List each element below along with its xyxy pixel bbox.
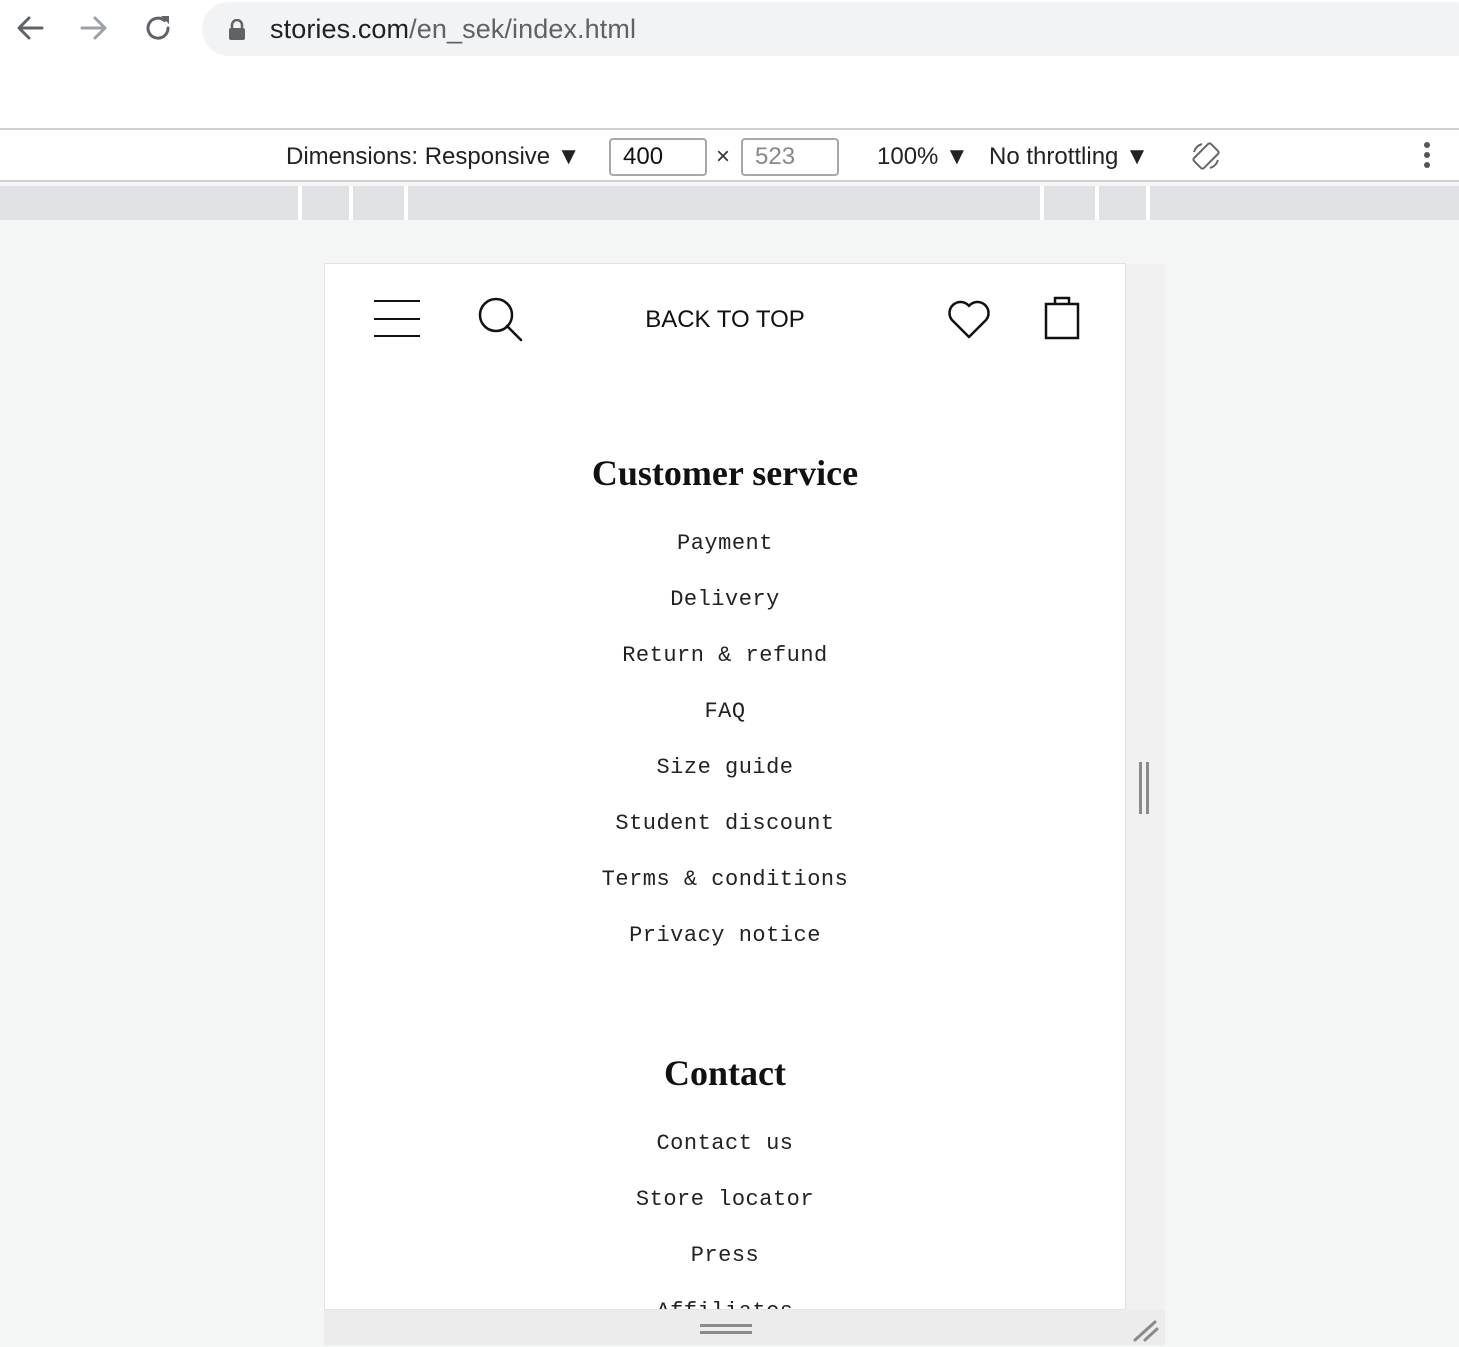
customer-service-heading: Customer service [591,453,859,493]
media-query-ruler[interactable] [0,186,1459,220]
address-bar[interactable]: stories.com/en_sek/index.html [202,2,1459,56]
footer-link-terms-conditions[interactable]: Terms & conditions [325,864,1125,920]
shopping-bag-icon[interactable] [1043,294,1081,345]
footer-link-contact-us[interactable]: Contact us [325,1128,1125,1184]
footer-link-return-refund[interactable]: Return & refund [325,640,1125,696]
footer-link-payment[interactable]: Payment [325,528,1125,584]
device-toolbar: Dimensions: Responsive ▼ 400 × 523 100% … [0,128,1459,182]
dimension-separator: × [716,143,731,170]
zoom-dropdown[interactable]: 100% ▼ [877,143,969,171]
width-input[interactable]: 400 [609,138,707,176]
lock-icon [228,18,246,46]
wishlist-heart-icon[interactable] [947,300,991,345]
forward-arrow-icon[interactable] [74,8,114,48]
resize-grip-horizontal[interactable] [700,1324,752,1336]
height-input[interactable]: 523 [741,138,839,176]
footer-link-size-guide[interactable]: Size guide [325,752,1125,808]
url-text[interactable]: stories.com/en_sek/index.html [270,14,636,45]
footer-link-affiliates[interactable]: Affiliates [325,1296,1125,1309]
reload-icon[interactable] [138,8,178,48]
footer-link-privacy-notice[interactable]: Privacy notice [325,920,1125,976]
device-viewport: BACK TO TOP Customer service Payment Del… [324,263,1126,1310]
customer-service-links: Payment Delivery Return & refund FAQ Siz… [325,528,1125,976]
rotate-device-icon[interactable] [1190,140,1222,177]
url-host: stories.com [270,14,410,44]
dimensions-dropdown[interactable]: Dimensions: Responsive ▼ [286,143,581,171]
footer-link-store-locator[interactable]: Store locator [325,1184,1125,1240]
browser-top-bar: stories.com/en_sek/index.html [0,0,1459,128]
back-arrow-icon[interactable] [10,8,50,48]
footer-link-faq[interactable]: FAQ [325,696,1125,752]
resize-grip-vertical[interactable] [1139,762,1151,814]
footer-link-press[interactable]: Press [325,1240,1125,1296]
more-options-icon[interactable] [1420,142,1434,172]
contact-heading: Contact [664,1053,786,1093]
url-path: /en_sek/index.html [409,14,637,44]
footer-link-delivery[interactable]: Delivery [325,584,1125,640]
back-to-top-link[interactable]: BACK TO TOP [325,306,1125,334]
footer-link-student-discount[interactable]: Student discount [325,808,1125,864]
contact-links: Contact us Store locator Press Affiliate… [325,1128,1125,1309]
resize-corner-icon[interactable] [1131,1318,1159,1347]
throttling-dropdown[interactable]: No throttling ▼ [989,143,1149,171]
site-header: BACK TO TOP [325,264,1125,374]
